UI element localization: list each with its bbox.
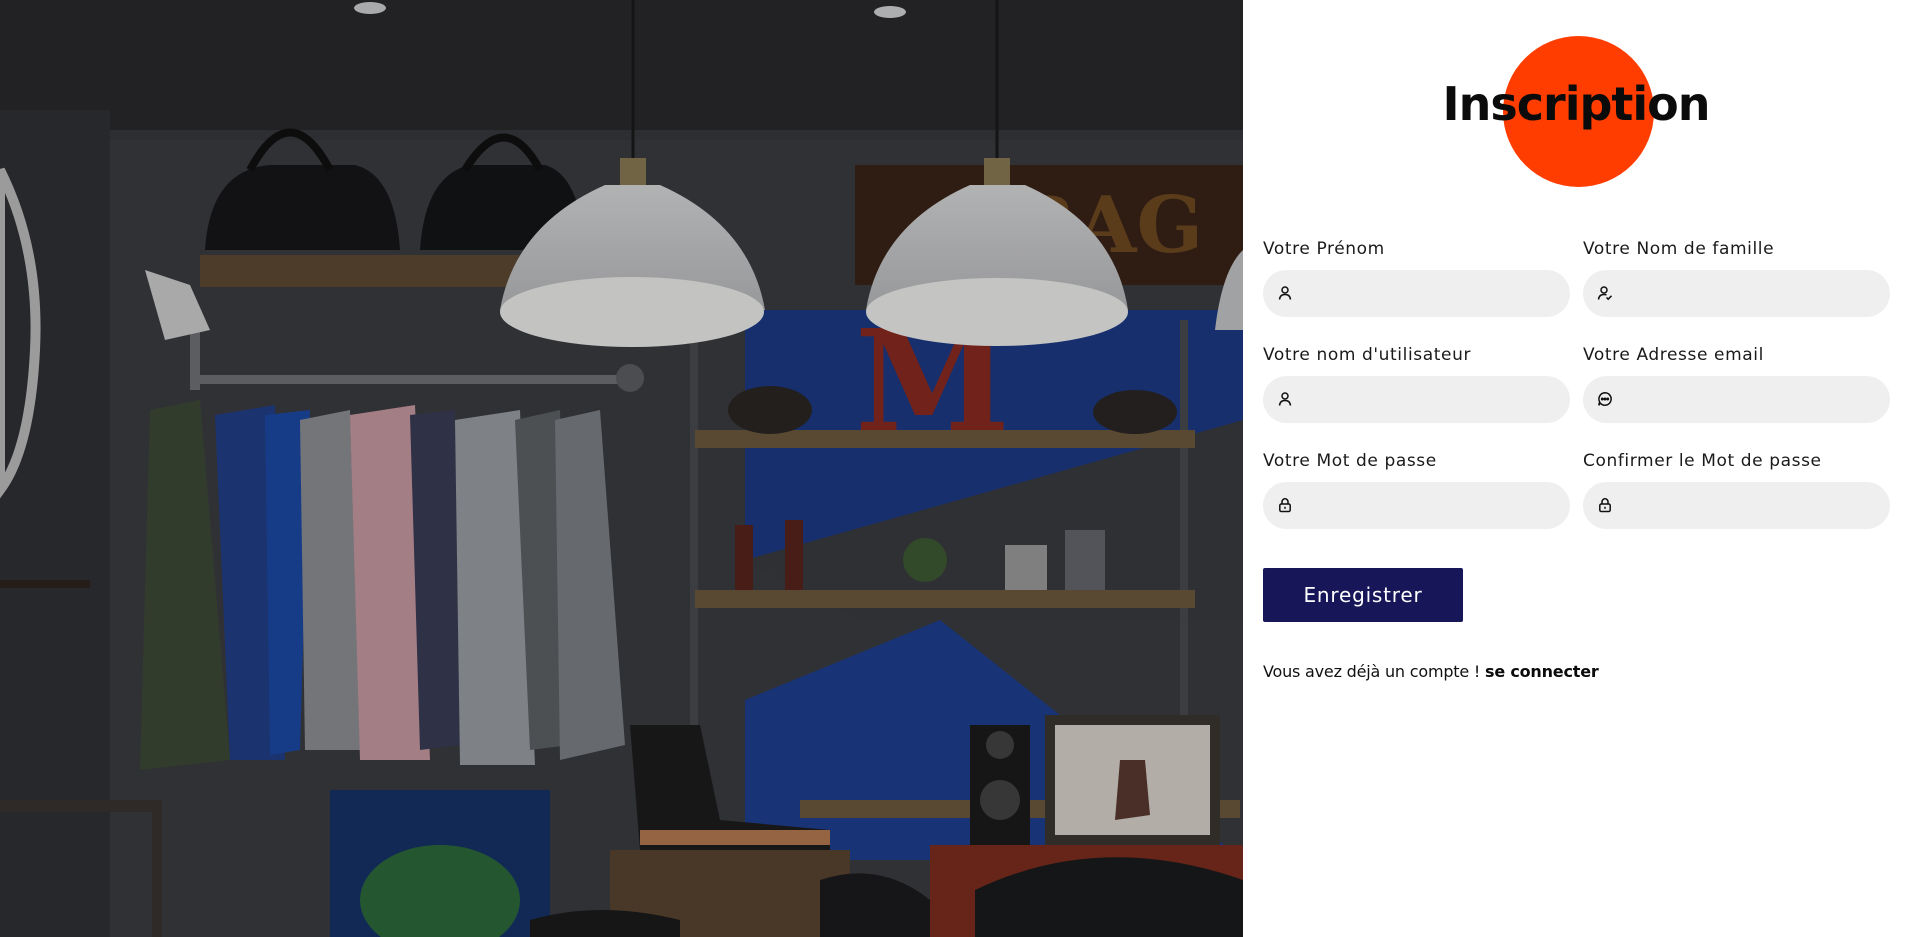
store-interior-image: BAG M	[0, 0, 1243, 937]
confirm-password-label: Confirmer le Mot de passe	[1583, 451, 1822, 471]
password-input[interactable]	[1263, 482, 1570, 529]
password-field: Votre Mot de passe	[1263, 453, 1570, 529]
username-input[interactable]	[1263, 376, 1570, 423]
first-name-field: Votre Prénom	[1263, 241, 1570, 317]
username-field: Votre nom d'utilisateur	[1263, 347, 1570, 423]
username-input-wrap	[1263, 376, 1570, 423]
login-prompt: Vous avez déjà un compte ! se connecter	[1263, 662, 1599, 681]
login-link[interactable]: se connecter	[1485, 662, 1599, 681]
username-label: Votre nom d'utilisateur	[1263, 345, 1472, 365]
page-title: Inscription	[1442, 77, 1711, 131]
last-name-input-wrap	[1583, 270, 1890, 317]
email-input-wrap	[1583, 376, 1890, 423]
last-name-label: Votre Nom de famille	[1583, 239, 1775, 259]
password-input-wrap	[1263, 482, 1570, 529]
register-button[interactable]: Enregistrer	[1263, 568, 1463, 622]
title-block: Inscription	[1243, 36, 1909, 188]
email-label: Votre Adresse email	[1583, 345, 1764, 365]
confirm-password-input[interactable]	[1583, 482, 1890, 529]
confirm-password-field: Confirmer le Mot de passe	[1583, 453, 1890, 529]
last-name-field: Votre Nom de famille	[1583, 241, 1890, 317]
first-name-label: Votre Prénom	[1263, 239, 1385, 259]
password-label: Votre Mot de passe	[1263, 451, 1437, 471]
login-prompt-text: Vous avez déjà un compte !	[1263, 662, 1481, 681]
hero-photo: BAG M	[0, 0, 1243, 937]
first-name-input[interactable]	[1263, 270, 1570, 317]
last-name-input[interactable]	[1583, 270, 1890, 317]
first-name-input-wrap	[1263, 270, 1570, 317]
email-input[interactable]	[1583, 376, 1890, 423]
confirm-password-input-wrap	[1583, 482, 1890, 529]
register-panel: Inscription Votre Prénom Votre Nom de fa…	[1243, 0, 1909, 937]
email-field: Votre Adresse email	[1583, 347, 1890, 423]
